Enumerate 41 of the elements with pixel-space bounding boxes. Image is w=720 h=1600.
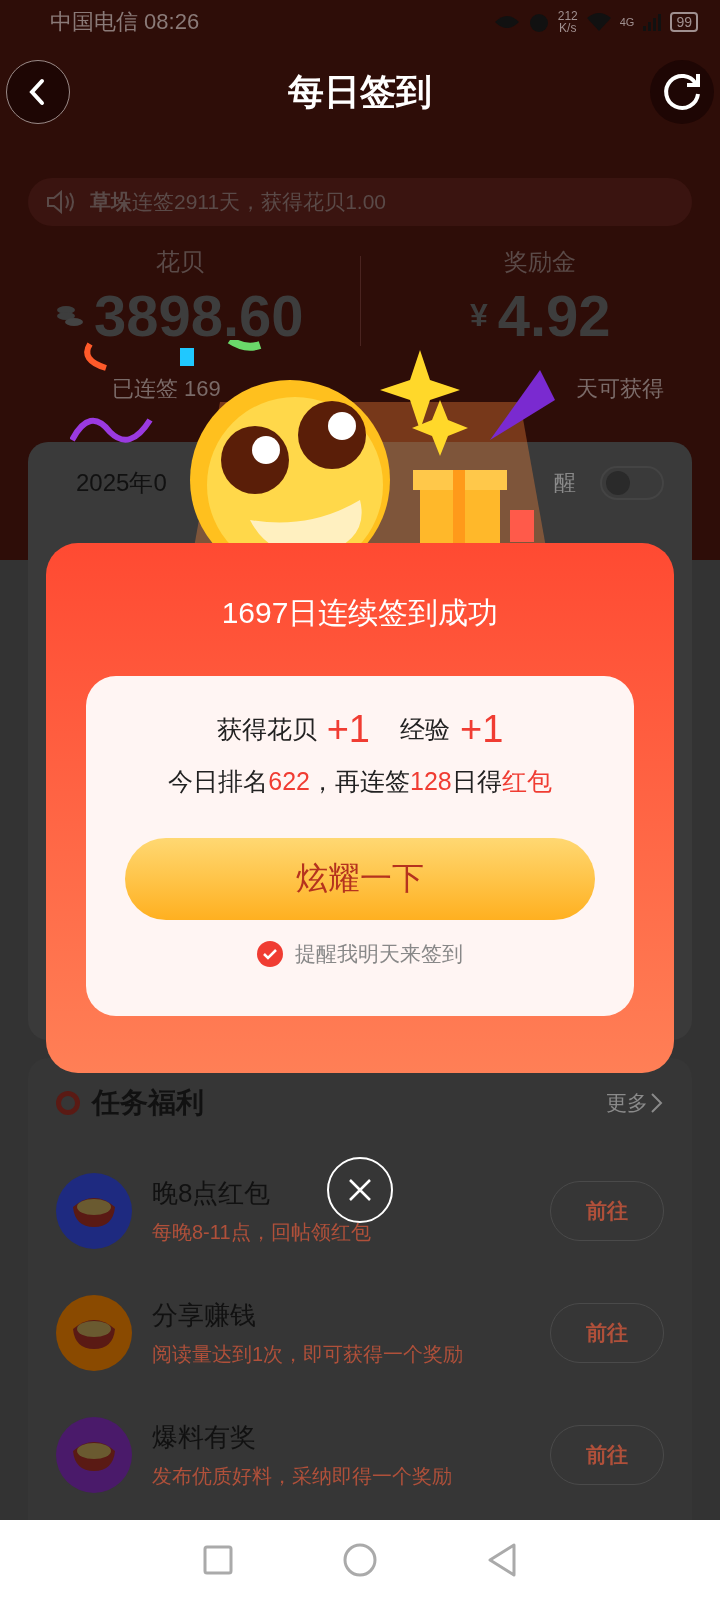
carrier-time: 中国电信 08:26: [50, 8, 200, 36]
task-description: 发布优质好料，采纳即得一个奖励: [152, 1464, 452, 1489]
page-title: 每日签到: [288, 69, 432, 114]
ring-icon: [56, 1091, 80, 1115]
task-description: 每晚8-11点，回帖领红包: [152, 1220, 371, 1245]
reward-label: 获得花贝: [216, 714, 317, 745]
go-button[interactable]: 前往: [550, 1181, 664, 1241]
network-speed: 212 K/s: [557, 10, 578, 34]
announcement-text: 草垛连签2911天，获得花贝1.00: [90, 189, 387, 215]
square-icon: [203, 1545, 233, 1575]
wifi-icon: [585, 12, 612, 32]
triangle-icon: [487, 1543, 517, 1577]
network-type: 4G: [619, 16, 635, 28]
battery-level: 99: [670, 12, 698, 32]
back-nav-button[interactable]: [487, 1543, 517, 1577]
task-description: 阅读量达到1次，即可获得一个奖励: [152, 1342, 464, 1367]
reminder-switch[interactable]: [600, 466, 664, 500]
eye-icon: [493, 14, 520, 30]
share-button[interactable]: 炫耀一下: [125, 838, 595, 920]
stat-label: 奖励金: [504, 247, 577, 277]
recent-apps-button[interactable]: [203, 1545, 233, 1575]
stat-label: 花贝: [155, 247, 204, 277]
currency-symbol: ¥: [469, 297, 488, 334]
checkmark-icon: [262, 947, 278, 961]
more-link[interactable]: 更多: [606, 1089, 664, 1117]
remind-label: 提醒我明天来签到: [295, 941, 463, 967]
reward-label: 经验: [400, 714, 450, 745]
signal-icon: [642, 13, 663, 31]
reward-value: +1: [326, 708, 370, 751]
streak-text: 天可获得: [576, 375, 664, 403]
reminder-label: 醒: [554, 469, 576, 497]
streak-text: 已连签 169: [112, 375, 221, 403]
speaker-icon: [46, 190, 76, 214]
reward-value: +1: [460, 708, 504, 751]
circle-icon: [343, 1543, 377, 1577]
chevron-right-icon: [650, 1092, 664, 1114]
rank-text: 今日排名622，再连签128日得红包: [168, 766, 552, 797]
popup-title: 1697日连续签到成功: [221, 595, 499, 631]
close-button[interactable]: [327, 1157, 393, 1223]
remind-checkbox[interactable]: [257, 941, 283, 967]
home-button[interactable]: [343, 1543, 377, 1577]
